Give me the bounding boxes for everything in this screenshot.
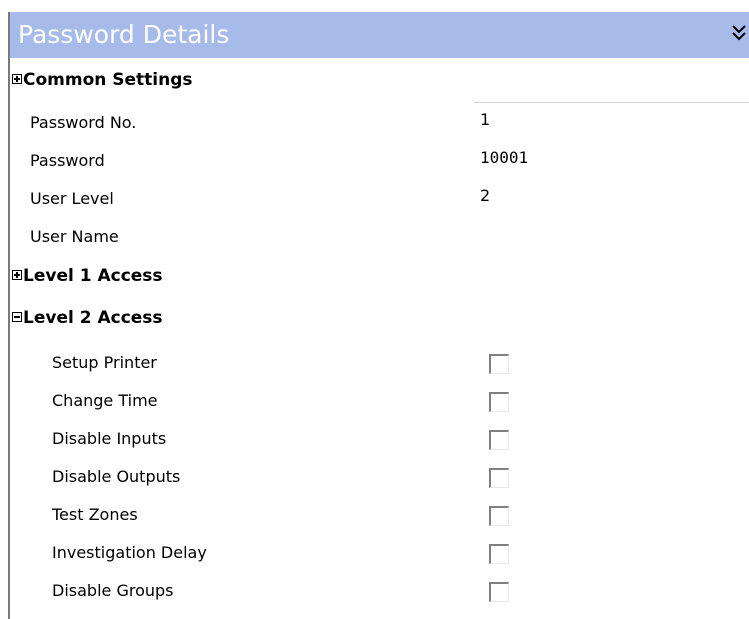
change-time-checkbox[interactable] xyxy=(489,392,509,412)
expand-plus-icon[interactable] xyxy=(12,74,22,84)
panel-header[interactable]: Password Details xyxy=(10,12,749,58)
disable-inputs-label: Disable Inputs xyxy=(52,429,167,448)
property-row-investigation-delay[interactable]: Investigation Delay xyxy=(10,534,749,572)
disable-groups-label: Disable Groups xyxy=(52,581,174,600)
user-level-value[interactable]: 2 xyxy=(480,186,490,206)
setup-printer-label: Setup Printer xyxy=(52,353,157,372)
collapse-minus-icon[interactable] xyxy=(12,312,22,322)
section-level-1-access-label: Level 1 Access xyxy=(12,266,163,286)
disable-outputs-checkbox[interactable] xyxy=(489,468,509,488)
password-no-value[interactable]: 1 xyxy=(480,110,490,130)
investigation-delay-label: Investigation Delay xyxy=(52,543,207,562)
property-row-user-name[interactable]: User Name xyxy=(10,218,749,256)
property-row-disable-outputs[interactable]: Disable Outputs xyxy=(10,458,749,496)
property-row-disable-inputs[interactable]: Disable Inputs xyxy=(10,420,749,458)
property-row-password[interactable]: Password 10001 xyxy=(10,142,749,180)
expand-plus-icon[interactable] xyxy=(12,270,22,280)
investigation-delay-checkbox[interactable] xyxy=(489,544,509,564)
property-row-user-level[interactable]: User Level 2 xyxy=(10,180,749,218)
test-zones-checkbox[interactable] xyxy=(489,506,509,526)
property-row-password-no[interactable]: Password No. 1 xyxy=(10,104,749,142)
section-level-2-access-label: Level 2 Access xyxy=(12,308,163,328)
test-zones-label: Test Zones xyxy=(52,505,138,524)
password-label: Password xyxy=(30,151,105,170)
property-row-disable-groups[interactable]: Disable Groups xyxy=(10,572,749,610)
property-row-change-time[interactable]: Change Time xyxy=(10,382,749,420)
section-level-2-access[interactable]: Level 2 Access xyxy=(10,302,749,340)
section-common-settings-text: Common Settings xyxy=(23,70,193,90)
change-time-label: Change Time xyxy=(52,391,158,410)
disable-inputs-checkbox[interactable] xyxy=(489,430,509,450)
section-common-settings[interactable]: Common Settings xyxy=(10,64,749,102)
panel-title: Password Details xyxy=(18,20,230,49)
value-column-divider xyxy=(474,102,749,103)
section-level-1-access-text: Level 1 Access xyxy=(23,266,163,286)
setup-printer-checkbox[interactable] xyxy=(489,354,509,374)
user-level-label: User Level xyxy=(30,189,114,208)
property-row-setup-printer[interactable]: Setup Printer xyxy=(10,344,749,382)
password-value[interactable]: 10001 xyxy=(480,148,528,168)
section-level-1-access[interactable]: Level 1 Access xyxy=(10,260,749,298)
double-chevron-down-icon[interactable] xyxy=(729,22,749,46)
disable-groups-checkbox[interactable] xyxy=(489,582,509,602)
property-row-test-zones[interactable]: Test Zones xyxy=(10,496,749,534)
section-level-2-access-text: Level 2 Access xyxy=(23,308,163,328)
disable-outputs-label: Disable Outputs xyxy=(52,467,181,486)
user-name-label: User Name xyxy=(30,227,119,246)
section-common-settings-label: Common Settings xyxy=(12,70,193,90)
password-no-label: Password No. xyxy=(30,113,137,132)
password-details-panel: Password Details Common Settings Passwor… xyxy=(8,12,749,619)
